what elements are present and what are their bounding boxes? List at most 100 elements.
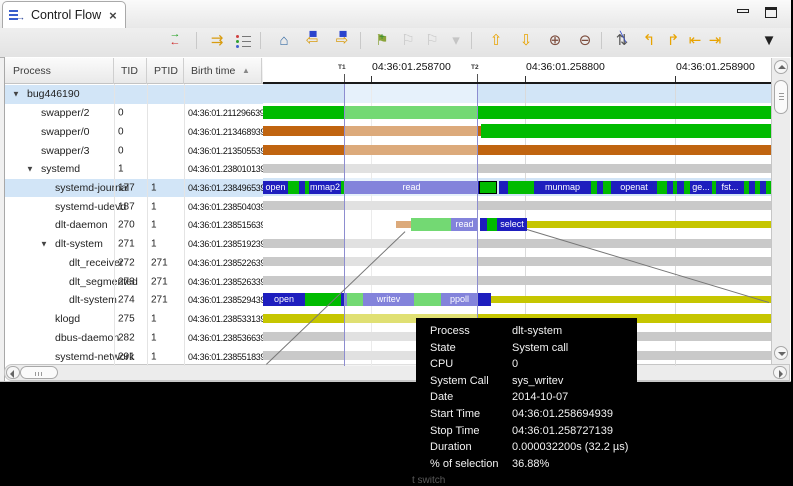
state-usermode[interactable] [487, 218, 497, 231]
home-icon[interactable]: ⌂ [273, 30, 295, 52]
state-usermode[interactable] [657, 181, 667, 194]
state-syscall[interactable] [478, 293, 491, 306]
maximize-icon[interactable] [765, 7, 777, 18]
scroll-up-icon[interactable] [774, 60, 788, 74]
expand-arrow-icon[interactable]: ▼ [40, 240, 48, 249]
time-axis[interactable]: 04:36:01.25870004:36:01.25880004:36:01.2… [263, 58, 771, 84]
column-header-birth-time[interactable]: Birth time [184, 58, 262, 84]
tooltip-value: dlt-system [512, 325, 562, 337]
state-usermode[interactable] [603, 181, 611, 194]
state-syscall[interactable] [480, 218, 487, 231]
state-mmap2[interactable]: mmap2 [309, 181, 341, 194]
vertical-scrollbar[interactable] [771, 58, 790, 364]
tooltip-label: Start Time [430, 408, 480, 420]
view-menu-icon[interactable]: ▼ [758, 30, 780, 52]
scroll-right-icon[interactable] [773, 366, 787, 379]
minimize-icon[interactable] [737, 9, 749, 13]
tid-value: 1 [118, 164, 124, 175]
state-usermode[interactable] [479, 181, 497, 194]
tid-value: 187 [118, 201, 135, 212]
state-wait-blocked[interactable] [527, 221, 771, 228]
birth-time-value: 04:36:01.238529439 [188, 295, 265, 305]
state-syscall[interactable] [677, 181, 684, 194]
show-legend-icon[interactable] [232, 30, 254, 52]
hide-arrows-icon[interactable]: ╲⇅ [611, 30, 633, 52]
state-open[interactable]: open [263, 181, 288, 194]
select-previous-process-icon[interactable]: ⇧ [485, 30, 507, 52]
state-usermode[interactable] [288, 181, 299, 194]
process-row-swapper/2[interactable]: swapper/2004:36:01.211296639 [5, 104, 263, 123]
vertical-scroll-thumb[interactable] [774, 80, 788, 114]
tooltip-row: Processdlt-system [416, 324, 637, 341]
state-wait-for-cpu[interactable] [263, 145, 771, 155]
column-header-ptid[interactable]: PTID [147, 58, 184, 84]
close-icon[interactable]: × [109, 8, 117, 23]
state-open[interactable]: open [263, 293, 305, 306]
state-tooltip: Processdlt-systemStateSystem callCPU0Sys… [416, 318, 637, 476]
state-select[interactable]: select [497, 218, 527, 231]
process-row-klogd[interactable]: klogd275104:36:01.238533139 [5, 310, 263, 329]
zoom-out-icon[interactable]: ⊖ [574, 30, 596, 52]
process-name: dlt-system [55, 238, 103, 250]
scroll-left-icon[interactable] [6, 366, 20, 379]
state-ge[interactable]: ge... [690, 181, 712, 194]
tid-value: 273 [118, 276, 135, 287]
expand-arrow-icon[interactable]: ▼ [26, 165, 34, 174]
horizontal-scrollbar[interactable] [4, 364, 790, 381]
state-usermode[interactable] [263, 106, 771, 119]
follow-cpu-forward-icon[interactable]: ↱ [662, 30, 684, 52]
process-row-dlt-daemon[interactable]: dlt-daemon270104:36:01.238515639 [5, 216, 263, 235]
scroll-down-icon[interactable] [774, 346, 788, 360]
previous-bookmark-icon: ⚐ [397, 30, 419, 52]
next-marker-icon[interactable]: ▀⇨ [331, 30, 353, 52]
process-row-systemd[interactable]: ▼systemd104:36:01.238010139 [5, 160, 263, 179]
optimize-icon[interactable]: ⇉ [206, 30, 228, 52]
state-unknown[interactable] [263, 257, 771, 266]
tab-control-flow[interactable]: → Control Flow × [2, 1, 126, 28]
select-next-process-icon[interactable]: ⇩ [515, 30, 537, 52]
state-usermode[interactable] [508, 181, 534, 194]
process-row-swapper/0[interactable]: swapper/0004:36:01.213468939 [5, 122, 263, 141]
process-row-dlt_receiver[interactable]: dlt_receiver27227104:36:01.238522639 [5, 254, 263, 273]
state-unknown[interactable] [263, 201, 771, 210]
process-row-systemd-journal[interactable]: systemd-journal177104:36:01.238496539 [5, 179, 263, 198]
axis-label: 04:36:01.258700 [372, 61, 451, 73]
state-fst[interactable]: fst... [716, 181, 744, 194]
horizontal-scroll-thumb[interactable] [20, 366, 58, 379]
state-munmap[interactable]: munmap [534, 181, 591, 194]
state-syscall[interactable] [499, 181, 508, 194]
process-row-dlt-system[interactable]: dlt-system27427104:36:01.238529439 [5, 291, 263, 310]
tab-title: Control Flow [31, 8, 101, 22]
state-usermode[interactable] [766, 181, 771, 194]
sort-ascending-icon: ▲ [242, 66, 250, 75]
time-marker-line [344, 84, 345, 366]
process-row-dbus-daemon[interactable]: dbus-daemon282104:36:01.238536639 [5, 329, 263, 348]
tooltip-value: 36.88% [512, 458, 549, 470]
state-usermode[interactable] [481, 124, 771, 138]
tooltip-value: 0 [512, 358, 518, 370]
state-usermode[interactable] [305, 293, 341, 306]
state-wait-blocked[interactable] [491, 296, 771, 303]
follow-cpu-backward-icon[interactable]: ↰ [638, 30, 660, 52]
previous-marker-icon[interactable]: ▀⇦ [301, 30, 323, 52]
process-row-swapper/3[interactable]: swapper/3004:36:01.213505539 [5, 141, 263, 160]
process-name: systemd-udevd [55, 201, 126, 213]
next-event-icon[interactable]: ⇥ [704, 30, 726, 52]
state-unknown[interactable] [263, 164, 771, 173]
expand-arrow-icon[interactable]: ▼ [12, 90, 20, 99]
state-unknown[interactable] [263, 239, 771, 248]
previous-event-icon[interactable]: ⇤ [684, 30, 706, 52]
process-row-systemd-udevd[interactable]: systemd-udevd187104:36:01.238504039 [5, 197, 263, 216]
reset-time-scale-icon[interactable]: →← [164, 30, 186, 52]
birth-time-value: 04:36:01.238515639 [188, 220, 265, 230]
process-row-dlt_segmented[interactable]: dlt_segmented27327104:36:01.238526339 [5, 272, 263, 291]
process-row-bug446190[interactable]: ▼bug446190 [5, 85, 263, 104]
column-header-tid[interactable]: TID [114, 58, 147, 84]
state-openat[interactable]: openat [611, 181, 657, 194]
ptid-value: 1 [151, 183, 157, 194]
process-row-dlt-system[interactable]: ▼dlt-system271104:36:01.238519239 [5, 235, 263, 254]
add-bookmark-icon[interactable]: +⚑ [371, 30, 393, 52]
birth-time-value: 04:36:01.213505539 [188, 146, 265, 156]
column-header-process[interactable]: Process [6, 58, 114, 84]
zoom-in-icon[interactable]: ⊕ [544, 30, 566, 52]
